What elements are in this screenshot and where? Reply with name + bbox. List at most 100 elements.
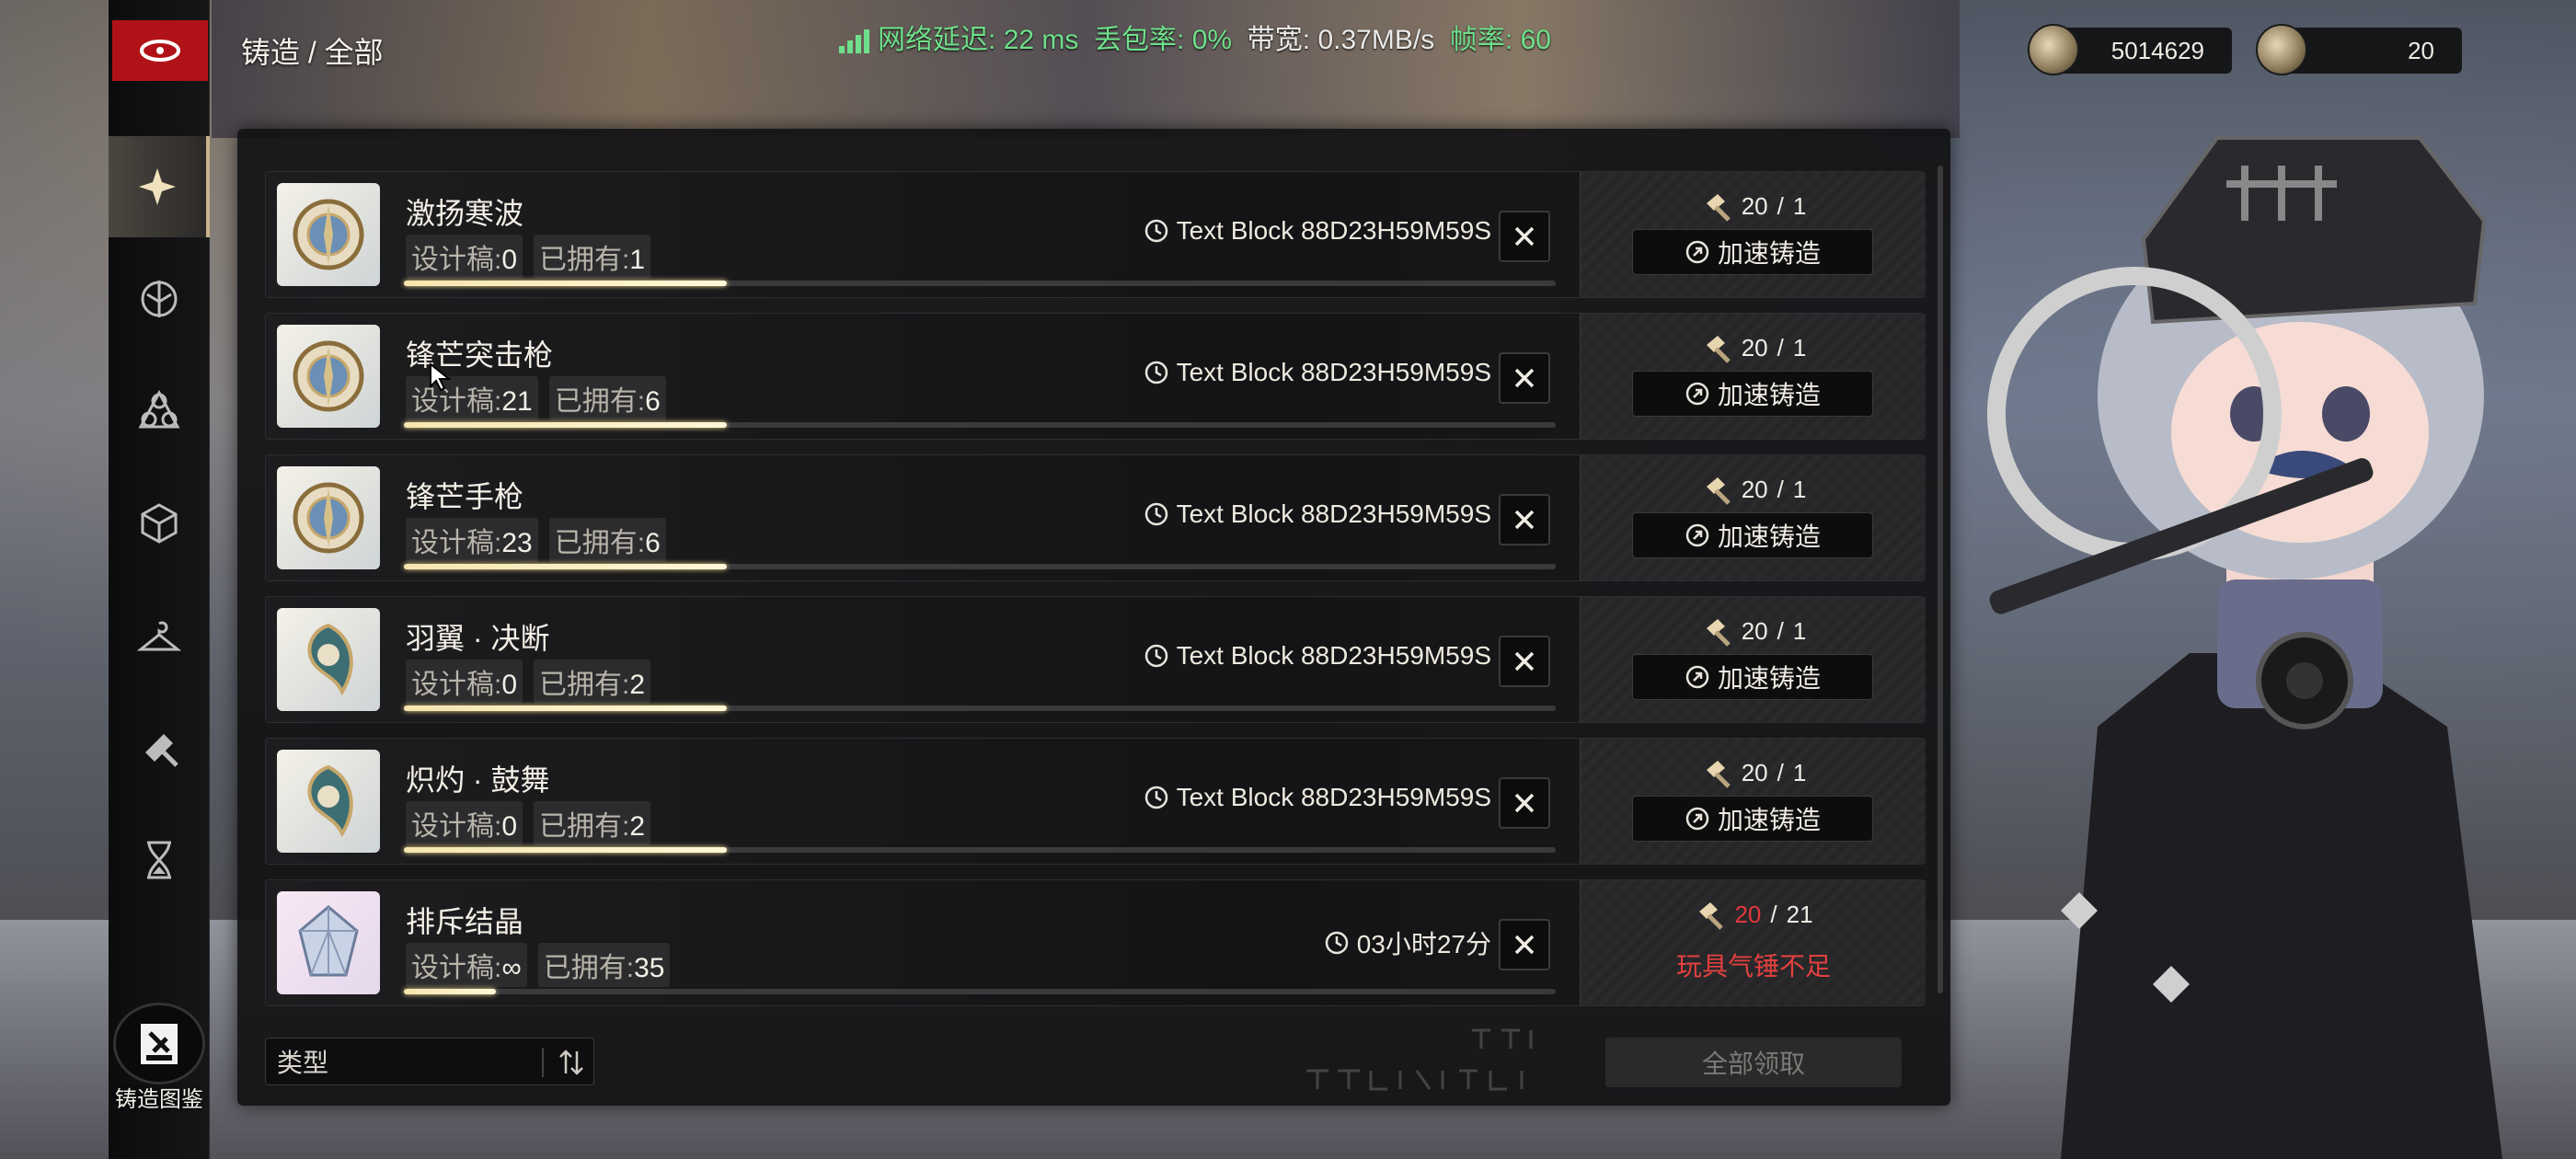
- hourglass-icon: [147, 841, 171, 879]
- close-icon: [1514, 510, 1535, 530]
- forge-progress-bar: [404, 706, 1556, 711]
- sidebar-item-module[interactable]: [109, 361, 210, 462]
- hammer-need: 1: [1792, 616, 1807, 645]
- hammer-cost: 20 / 1: [1581, 190, 1926, 222]
- hammer-cost: 20 / 1: [1581, 474, 1926, 505]
- cancel-forge-button[interactable]: [1499, 919, 1550, 970]
- design-value: ∞: [501, 953, 522, 983]
- design-value: 0: [501, 245, 518, 275]
- sidebar-item-cube[interactable]: [109, 473, 210, 574]
- currency-coin-value: 5014629: [2110, 36, 2204, 64]
- item-thumbnail: [277, 466, 380, 569]
- forge-timer: 03小时27分: [1324, 924, 1491, 961]
- item-name: 锋芒手枪: [406, 480, 524, 513]
- item-stats: 设计稿:0 已拥有:2: [406, 801, 651, 845]
- speed-up-forge-button[interactable]: 加速铸造: [1632, 229, 1873, 275]
- speed-up-forge-button[interactable]: 加速铸造: [1632, 654, 1873, 700]
- timer-text: Text Block 88D23H59M59S: [1176, 358, 1491, 386]
- design-value: 23: [501, 528, 533, 558]
- speed-up-forge-button[interactable]: 加速铸造: [1632, 512, 1873, 558]
- loss-label: 丢包率:: [1094, 25, 1185, 55]
- forge-timer: Text Block 88D23H59M59S: [1144, 641, 1491, 671]
- speed-up-forge-button[interactable]: 加速铸造: [1632, 796, 1873, 842]
- forge-item-row[interactable]: 羽翼 · 决断 设计稿:0 已拥有:2 Text Block 88D23H59M59S…: [265, 596, 1926, 723]
- forge-item-row[interactable]: 排斥结晶 设计稿:∞ 已拥有:35 03小时27分 20/21 玩具气锤不足: [265, 879, 1926, 1006]
- clock-icon: [1144, 361, 1167, 384]
- forge-progress-bar: [404, 281, 1556, 286]
- owned-count: 已拥有:2: [534, 660, 651, 704]
- design-count: 设计稿:21: [406, 376, 538, 420]
- timer-text: Text Block 88D23H59M59S: [1176, 641, 1491, 670]
- forge-progress-fill: [404, 564, 727, 569]
- owned-count: 已拥有:2: [534, 801, 651, 845]
- item-thumbnail: [277, 325, 380, 428]
- close-icon: [1514, 935, 1535, 955]
- claim-all-button[interactable]: 全部领取: [1605, 1038, 1902, 1087]
- sidebar-item-hammer-tool[interactable]: [109, 697, 210, 798]
- coin-icon: [2028, 24, 2079, 75]
- sidebar-item-hanger[interactable]: [109, 585, 210, 686]
- hammer-have: 20: [1734, 900, 1762, 928]
- hammer-cost: 20 / 21: [1581, 899, 1926, 930]
- cancel-forge-button[interactable]: [1499, 211, 1550, 262]
- hammer-cost-cell: 20 / 1 加速铸造: [1580, 172, 1926, 297]
- sidebar-item-all-category[interactable]: [109, 136, 210, 237]
- hammer-token-icon: [2256, 24, 2307, 75]
- cancel-forge-button[interactable]: [1499, 352, 1550, 404]
- type-filter[interactable]: 类型: [265, 1038, 594, 1085]
- item-name: 炽灼 · 鼓舞: [406, 763, 550, 797]
- owned-label: 已拥有:: [554, 528, 646, 558]
- speed-up-label: 加速铸造: [1717, 664, 1821, 693]
- hammer-cost-cell: 20 / 1 加速铸造: [1580, 455, 1926, 580]
- sort-icon[interactable]: [555, 1046, 588, 1079]
- item-thumbnail: [277, 891, 380, 994]
- mouse-cursor-icon: [430, 362, 452, 392]
- back-button[interactable]: [112, 20, 208, 81]
- hammer-have: 20: [1741, 616, 1768, 645]
- forge-codex-button[interactable]: 铸造图鉴: [109, 1003, 210, 1113]
- forge-item-row[interactable]: 锋芒手枪 设计稿:23 已拥有:6 Text Block 88D23H59M59S 20…: [265, 454, 1926, 581]
- currency-coin[interactable]: 5014629: [2028, 24, 2232, 75]
- sidebar-item-hourglass[interactable]: [109, 809, 210, 911]
- cancel-forge-button[interactable]: [1499, 494, 1550, 545]
- loss-value: 0%: [1191, 25, 1233, 55]
- item-name: 排斥结晶: [406, 905, 524, 938]
- forge-progress-fill: [404, 281, 727, 286]
- forge-progress-fill: [404, 706, 727, 711]
- close-icon: [1514, 651, 1535, 671]
- clock-icon: [1144, 786, 1167, 809]
- hammer-have: 20: [1741, 475, 1768, 503]
- item-stats: 设计稿:0 已拥有:2: [406, 660, 651, 704]
- owned-label: 已拥有:: [543, 953, 635, 983]
- design-label: 设计稿:: [411, 953, 502, 983]
- hammer-need: 1: [1792, 333, 1807, 361]
- forge-item-row[interactable]: 锋芒突击枪 设计稿:21 已拥有:6 Text Block 88D23H59M59S 2…: [265, 313, 1926, 440]
- item-thumbnail: [277, 608, 380, 711]
- list-scrollbar[interactable]: [1938, 166, 1943, 993]
- speed-up-label: 加速铸造: [1717, 239, 1821, 268]
- forge-item-row[interactable]: 炽灼 · 鼓舞 设计稿:0 已拥有:2 Text Block 88D23H59M59S…: [265, 738, 1926, 865]
- speed-up-forge-button[interactable]: 加速铸造: [1632, 371, 1873, 417]
- hammer-icon: [1706, 619, 1731, 647]
- filter-label: 类型: [277, 1049, 329, 1077]
- currency-hammer[interactable]: 20: [2256, 24, 2462, 75]
- cancel-forge-button[interactable]: [1499, 636, 1550, 687]
- design-label: 设计稿:: [411, 670, 502, 700]
- forge-item-row[interactable]: 激扬寒波 设计稿:0 已拥有:1 Text Block 88D23H59M59S 20/…: [265, 171, 1926, 298]
- forge-progress-bar: [404, 422, 1556, 428]
- hammer-sep: /: [1777, 475, 1784, 503]
- hammer-cost-cell: 20 / 1 加速铸造: [1580, 597, 1926, 722]
- forge-progress-fill: [404, 422, 727, 428]
- hammer-icon: [1706, 761, 1731, 788]
- hammer-cost: 20 / 1: [1581, 615, 1926, 647]
- hammer-icon: [1706, 477, 1731, 505]
- timer-text: 03小时27分: [1356, 930, 1491, 958]
- latency-value: 22 ms: [1003, 25, 1079, 55]
- design-label: 设计稿:: [411, 386, 502, 417]
- sidebar-item-weapon[interactable]: [109, 248, 210, 350]
- character-illustration: [1987, 136, 2502, 1159]
- close-icon: [1514, 368, 1535, 388]
- insufficient-hammer-warning: 玩具气锤不足: [1675, 952, 1831, 981]
- cancel-forge-button[interactable]: [1499, 777, 1550, 829]
- close-icon: [1514, 226, 1535, 247]
